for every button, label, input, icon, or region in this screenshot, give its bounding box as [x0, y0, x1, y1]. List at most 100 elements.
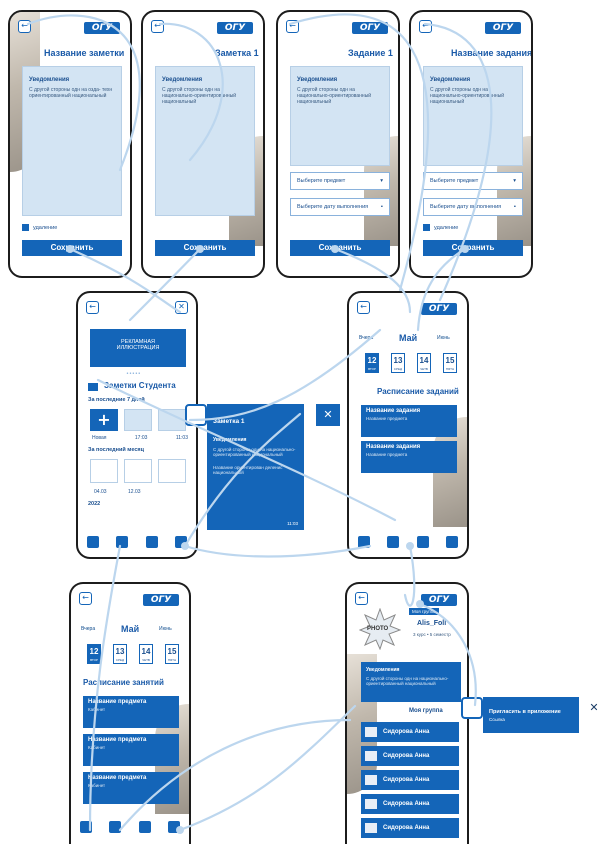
screen-title: Название заметки [44, 48, 125, 58]
close-icon[interactable]: ✕ [175, 301, 188, 314]
task-view-screen: ← ОГУ Задание 1 Уведомления С другой сто… [276, 10, 400, 278]
tab-tasks[interactable] [387, 536, 400, 548]
tab-bar [71, 816, 189, 838]
back-button[interactable]: ← [79, 592, 92, 605]
tab-notes[interactable] [79, 821, 92, 833]
day-chip-15[interactable]: 15 ПЯТН [165, 644, 179, 664]
tab-tasks[interactable] [116, 536, 129, 548]
invite-popup[interactable]: Пригласить в приложение Ссылка [483, 697, 579, 733]
note-tile[interactable] [124, 459, 152, 483]
day-chip-14[interactable]: 14 ЧЕТВ [139, 644, 153, 664]
section-heading: За последние 7 дней [88, 397, 145, 403]
day-chip-12[interactable]: 12 ВТОР [87, 644, 101, 664]
brand-logo: ОГУ [485, 22, 521, 34]
back-button[interactable]: ← [151, 20, 164, 33]
next-month-link[interactable]: Июнь [159, 626, 172, 632]
invite-title: Пригласить в приложение [489, 709, 561, 715]
tab-profile[interactable] [168, 821, 181, 833]
ad-banner[interactable]: РЕКЛАМНАЯ ИЛЛЮСТРАЦИЯ [90, 329, 186, 367]
back-button[interactable]: ← [355, 592, 368, 605]
day-weekday: ВТОР [90, 658, 98, 662]
tab-schedule[interactable] [138, 821, 151, 833]
card-text: С другой стороны одн на национально-орие… [297, 87, 372, 105]
day-chip-13[interactable]: 13 СРЕД [113, 644, 127, 664]
tab-notes[interactable] [86, 536, 99, 548]
delete-checkbox[interactable]: удаление [423, 224, 458, 231]
note-tile[interactable] [158, 459, 186, 483]
popup-text: Название ориентирован деленис национальн… [213, 465, 283, 475]
member-item[interactable]: Сидорова Анна [361, 770, 459, 790]
day-chip-14[interactable]: 14 ЧЕТВ [417, 353, 431, 373]
note-tile[interactable] [124, 409, 152, 431]
tile-label: 11:03 [175, 435, 188, 441]
screen-title: Заметки Студента [104, 381, 176, 390]
tab-tasks[interactable] [109, 821, 122, 833]
back-button[interactable]: ← [286, 20, 299, 33]
schedule-item[interactable]: Название задания Название предмета [361, 441, 457, 473]
class-item[interactable]: Название предмета Кабинет [83, 734, 179, 766]
class-item[interactable]: Название предмета Кабинет [83, 772, 179, 804]
member-item[interactable]: Сидорова Анна [361, 722, 459, 742]
note-tile[interactable] [90, 459, 118, 483]
subject-select-label: Выберите предмет [297, 178, 346, 184]
date-select[interactable]: Выберите дату выполнения ▪ [290, 198, 390, 216]
notification-card[interactable]: Уведомления С другой стороны одн на наци… [361, 662, 461, 702]
day-num: 13 [115, 647, 125, 656]
tab-schedule[interactable] [145, 536, 158, 548]
back-button[interactable]: ← [357, 301, 370, 314]
add-note-button[interactable]: + [90, 409, 118, 431]
popup-heading: Уведомления [213, 437, 247, 443]
back-button[interactable]: ← [419, 20, 432, 33]
schedule-item[interactable]: Название задания Название предмета [361, 405, 457, 437]
tab-notes[interactable] [357, 536, 370, 548]
save-button[interactable]: Сохранить [155, 240, 255, 256]
card-heading: Уведомления [366, 667, 400, 673]
day-chip-12[interactable]: 12 ВТОР [365, 353, 379, 373]
note-popup[interactable]: Заметка 1 Уведомления С другой стороны о… [207, 404, 304, 530]
save-button[interactable]: Сохранить [22, 240, 122, 256]
copy-icon[interactable] [461, 697, 483, 719]
member-name: Сидорова Анна [383, 777, 430, 783]
prev-month-link[interactable]: Вчера [359, 335, 373, 341]
day-chip-13[interactable]: 13 СРЕД [391, 353, 405, 373]
prev-month-link[interactable]: Вчера [81, 626, 95, 632]
save-button[interactable]: Сохранить [290, 240, 390, 256]
delete-checkbox[interactable]: удаление [22, 224, 57, 231]
screen-title: Расписание занятий [83, 678, 164, 687]
tab-profile[interactable] [446, 536, 459, 548]
member-item[interactable]: Сидорова Анна [361, 746, 459, 766]
screen-title: Название задания [451, 48, 533, 58]
close-popup-button[interactable]: ✕ [584, 697, 604, 719]
task-card[interactable]: Уведомления С другой стороны одн на наци… [423, 66, 523, 166]
note-card[interactable]: Уведомления С другой стороны одн на озда… [22, 66, 122, 216]
date-select-label: Выберите дату выполнения [297, 204, 369, 210]
task-schedule-screen: ← ОГУ Вчера Май Июнь 12 ВТОР 13 СРЕД 14 ЧЕТ… [347, 291, 469, 559]
screen-title: Расписание заданий [377, 387, 459, 396]
note-tile[interactable] [158, 409, 186, 431]
popup-title: Заметка 1 [213, 418, 245, 425]
subject-select[interactable]: Выберите предмет ▾ [423, 172, 523, 190]
member-item[interactable]: Сидорова Анна [361, 794, 459, 814]
tile-label: 17:03 [134, 435, 148, 441]
tab-schedule[interactable] [416, 536, 429, 548]
date-select[interactable]: Выберите дату выполнения ▪ [423, 198, 523, 216]
connection-line [183, 544, 372, 558]
save-button[interactable]: Сохранить [423, 240, 523, 256]
popup-time: 11:03 [287, 521, 298, 526]
note-card[interactable]: Уведомления С другой стороны одн на наци… [155, 66, 255, 216]
member-name: Сидорова Анна [383, 729, 430, 735]
group-tag[interactable]: Моя группа [409, 608, 439, 615]
day-num: 15 [445, 356, 455, 365]
back-button[interactable]: ← [18, 20, 31, 33]
close-popup-button[interactable]: ✕ [316, 404, 340, 426]
back-button[interactable]: ← [86, 301, 99, 314]
class-item[interactable]: Название предмета Кабинет [83, 696, 179, 728]
member-item[interactable]: Сидорова Анна [361, 818, 459, 838]
day-chip-15[interactable]: 15 ПЯТН [443, 353, 457, 373]
next-month-link[interactable]: Июнь [437, 335, 450, 341]
task-card[interactable]: Уведомления С другой стороны одн на наци… [290, 66, 390, 166]
subject-select[interactable]: Выберите предмет ▾ [290, 172, 390, 190]
tab-profile[interactable] [175, 536, 188, 548]
tile-date: 04.03 [94, 489, 107, 495]
copy-icon[interactable] [185, 404, 207, 426]
